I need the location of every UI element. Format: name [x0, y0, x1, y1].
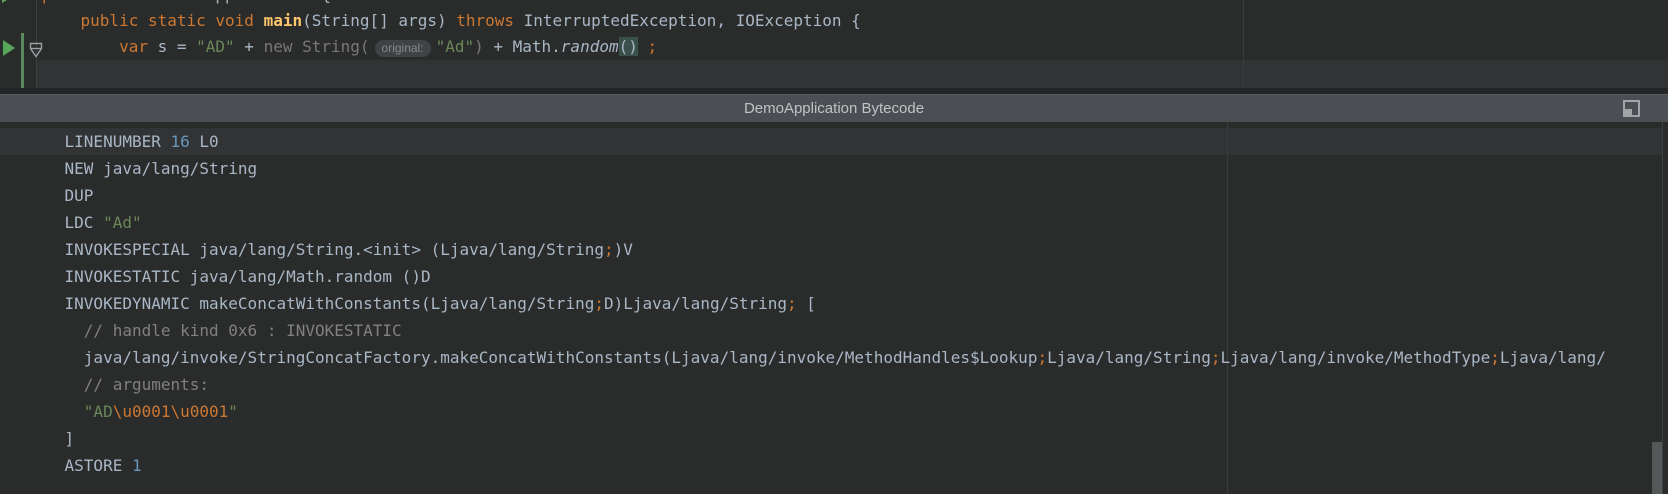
- code-token: D)Ljava/lang/String: [604, 294, 787, 313]
- code-token: ;: [1211, 348, 1221, 367]
- code-token: public static void: [81, 11, 264, 30]
- scrollbar-track-border: [1662, 122, 1663, 494]
- code-token: ;: [1490, 348, 1500, 367]
- caret-line-highlight: [37, 60, 1668, 88]
- code-token: [638, 37, 648, 56]
- code-token: public class: [42, 0, 167, 4]
- java-code-line: public static void main(String[] args) t…: [42, 8, 1668, 34]
- code-token: [42, 37, 119, 56]
- code-token: ;: [604, 240, 614, 259]
- code-token: INVOKESTATIC java/lang/Math.random ()D: [26, 267, 431, 286]
- java-code-line: public class DemoApplication {: [42, 0, 1668, 8]
- bytecode-line: INVOKESTATIC java/lang/Math.random ()D: [26, 263, 1662, 290]
- code-token: main: [264, 11, 303, 30]
- bytecode-line: DUP: [26, 182, 1662, 209]
- run-icon[interactable]: [3, 40, 15, 56]
- fold-arrow-icon[interactable]: [29, 42, 43, 59]
- code-token: "Ad": [436, 37, 475, 56]
- bytecode-line: LINENUMBER 16 L0: [26, 128, 1662, 155]
- code-token: +: [235, 37, 264, 56]
- code-token: [26, 402, 84, 421]
- code-token: ;: [787, 294, 797, 313]
- bytecode-lines: LINENUMBER 16 L0 NEW java/lang/String DU…: [0, 122, 1662, 479]
- code-token: ASTORE: [26, 456, 132, 475]
- code-token: "AD": [196, 37, 235, 56]
- inlay-hint: original:: [375, 40, 431, 57]
- bytecode-line: ASTORE 1: [26, 452, 1662, 479]
- code-token: (String[] args): [302, 11, 456, 30]
- code-token: \u0001\u0001: [113, 402, 229, 421]
- code-token: ]: [26, 429, 74, 448]
- bytecode-line: LDC "Ad": [26, 209, 1662, 236]
- code-token: [42, 11, 81, 30]
- code-token: + Math.: [493, 37, 560, 56]
- vcs-change-marker: [21, 33, 24, 88]
- code-token: DUP: [26, 186, 93, 205]
- code-token: DemoApplication {: [167, 0, 331, 4]
- code-token: new String(: [264, 37, 370, 56]
- bytecode-line: INVOKESPECIAL java/lang/String.<init> (L…: [26, 236, 1662, 263]
- bytecode-panel-header[interactable]: DemoApplication Bytecode: [0, 94, 1668, 122]
- bytecode-line: // handle kind 0x6 : INVOKESTATIC: [26, 317, 1662, 344]
- code-token: Ljava/lang/invoke/MethodType: [1221, 348, 1491, 367]
- java-editor[interactable]: public class DemoApplication { public st…: [0, 0, 1668, 88]
- bytecode-line: ]: [26, 425, 1662, 452]
- ide-screen: public class DemoApplication { public st…: [0, 0, 1668, 494]
- code-token: ;: [594, 294, 604, 313]
- code-token: // handle kind 0x6 : INVOKESTATIC: [26, 321, 402, 340]
- code-token: Ljava/lang/String: [1047, 348, 1211, 367]
- bytecode-line: // arguments:: [26, 371, 1662, 398]
- code-token: s =: [158, 37, 197, 56]
- code-token: random: [561, 37, 619, 56]
- code-token: 16: [171, 132, 190, 151]
- code-token: ;: [648, 37, 658, 56]
- code-token: )V: [614, 240, 633, 259]
- code-token: throws: [456, 11, 523, 30]
- code-token: INVOKEDYNAMIC makeConcatWithConstants(Lj…: [26, 294, 594, 313]
- float-window-icon[interactable]: [1623, 100, 1640, 117]
- bytecode-line: java/lang/invoke/StringConcatFactory.mak…: [26, 344, 1662, 371]
- code-token: [: [797, 294, 816, 313]
- code-token: "AD: [84, 402, 113, 421]
- code-token: ;: [1037, 348, 1047, 367]
- code-token: INVOKESPECIAL java/lang/String.<init> (L…: [26, 240, 604, 259]
- java-code-line: var s = "AD" + new String( original: "Ad")…: [42, 34, 1668, 60]
- code-token: L0: [190, 132, 219, 151]
- code-token: // arguments:: [26, 375, 209, 394]
- bytecode-line: NEW java/lang/String: [26, 155, 1662, 182]
- code-token: InterruptedException, IOException {: [524, 11, 861, 30]
- bytecode-editor[interactable]: LINENUMBER 16 L0 NEW java/lang/String DU…: [0, 122, 1668, 494]
- code-token: java/lang/invoke/StringConcatFactory.mak…: [26, 348, 1037, 367]
- panel-title: DemoApplication Bytecode: [0, 95, 1668, 122]
- bytecode-line: "AD\u0001\u0001": [26, 398, 1662, 425]
- java-code-lines: public class DemoApplication { public st…: [0, 0, 1668, 60]
- code-token: ": [228, 402, 238, 421]
- code-token: "Ad": [103, 213, 142, 232]
- code-token: LINENUMBER: [26, 132, 171, 151]
- code-token: (): [619, 37, 638, 56]
- code-token: var: [119, 37, 158, 56]
- scrollbar-thumb[interactable]: [1652, 442, 1662, 494]
- code-token: 1: [132, 456, 142, 475]
- code-token: NEW java/lang/String: [26, 159, 257, 178]
- code-token: ): [474, 37, 493, 56]
- run-icon-clipped: [2, 0, 12, 3]
- code-token: Ljava/lang/: [1500, 348, 1606, 367]
- bytecode-line: INVOKEDYNAMIC makeConcatWithConstants(Lj…: [26, 290, 1662, 317]
- code-token: LDC: [26, 213, 103, 232]
